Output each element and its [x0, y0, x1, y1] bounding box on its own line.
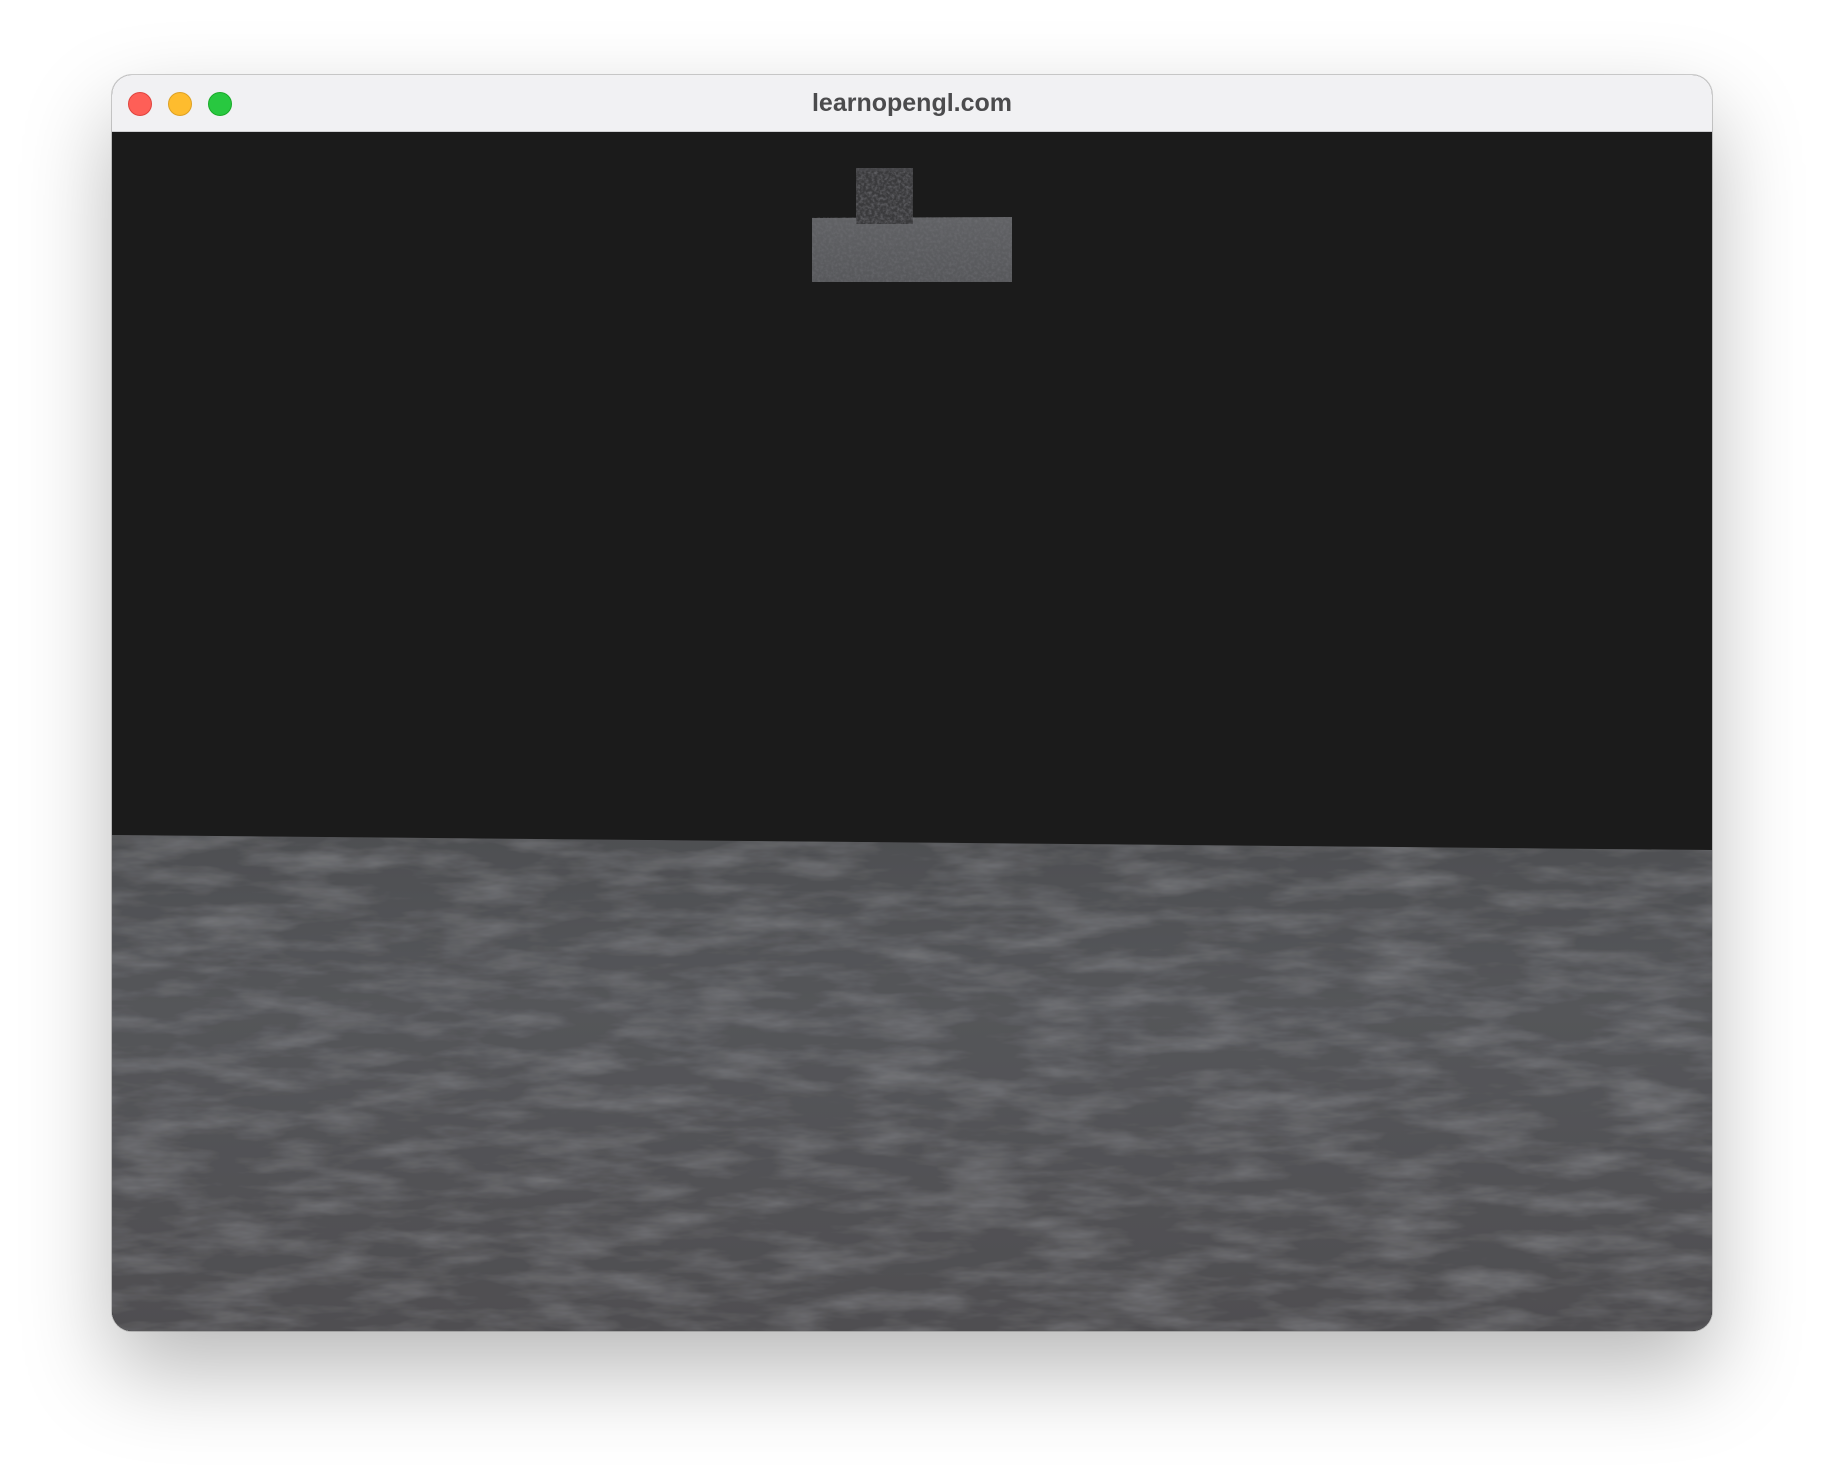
- title-bar[interactable]: learnopengl.com: [112, 75, 1712, 132]
- distant-floor-plate: [812, 217, 1012, 282]
- floor-plane: [112, 835, 1712, 1331]
- desktop-background: learnopengl.com: [0, 0, 1824, 1480]
- window-title: learnopengl.com: [811, 89, 1013, 117]
- opengl-viewport[interactable]: [112, 132, 1712, 1331]
- rendered-scene: [112, 132, 1712, 1331]
- distant-cube: [856, 168, 913, 224]
- app-window: learnopengl.com: [112, 75, 1712, 1331]
